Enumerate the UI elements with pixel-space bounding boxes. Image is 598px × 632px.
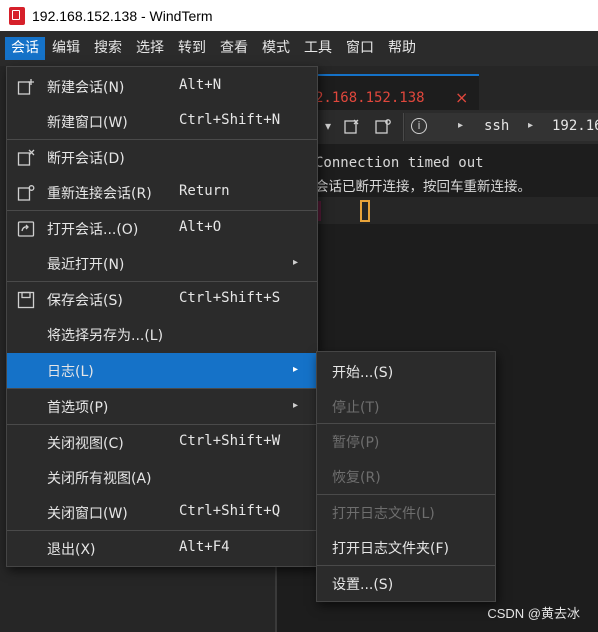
current-line <box>277 197 598 224</box>
close-tab-icon[interactable]: × <box>455 88 468 107</box>
terminal-line: Connection timed out <box>315 155 484 171</box>
menu-item-label: 保存会话(S) <box>47 293 123 309</box>
new-session-icon[interactable] <box>344 118 360 134</box>
submenu-item-resume: 恢复(R) <box>317 459 495 494</box>
menu-item-label: 打开会话...(O) <box>47 222 139 238</box>
breadcrumb-arrow-icon: ▸ <box>528 120 534 131</box>
menu-item-label: 新建窗口(W) <box>47 115 128 131</box>
menu-item-label: 关闭所有视图(A) <box>47 471 152 487</box>
chevron-down-icon[interactable]: ▾ <box>325 119 331 133</box>
submenu-item-label: 打开日志文件(L) <box>332 506 435 522</box>
menu-item-shortcut: Alt+O <box>179 219 222 235</box>
menu-search[interactable]: 搜索 <box>87 37 129 60</box>
submenu-item-label: 设置...(S) <box>332 577 394 593</box>
menu-item-shortcut: Ctrl+Shift+S <box>179 290 281 306</box>
submenu-item-open-log-file: 打开日志文件(L) <box>317 495 495 530</box>
window-title: 192.168.152.138 - WindTerm <box>32 7 213 24</box>
menu-item-label: 将选择另存为...(L) <box>47 328 164 344</box>
menu-item-save-session[interactable]: 保存会话(S) Ctrl+Shift+S <box>7 282 317 317</box>
watermark: CSDN @黄去冰 <box>487 606 580 621</box>
submenu-item-label: 恢复(R) <box>332 470 381 486</box>
menu-view[interactable]: 查看 <box>213 37 255 60</box>
new-session-icon <box>17 79 34 95</box>
info-icon[interactable]: i <box>411 118 427 134</box>
menu-help[interactable]: 帮助 <box>381 37 423 60</box>
submenu-arrow-icon: ▸ <box>293 400 299 411</box>
menu-window[interactable]: 窗口 <box>339 37 381 60</box>
save-icon <box>17 291 35 309</box>
menu-bar: 会话 编辑 搜索 选择 转到 查看 模式 工具 窗口 帮助 <box>0 31 598 66</box>
menu-mode[interactable]: 模式 <box>255 37 297 60</box>
menu-item-label: 日志(L) <box>47 364 94 380</box>
log-submenu: 开始...(S) 停止(T) 暂停(P) 恢复(R) 打开日志文件(L) 打开日… <box>316 351 496 602</box>
menu-item-new-window[interactable]: 新建窗口(W) Ctrl+Shift+N <box>7 104 317 139</box>
title-bar: 192.168.152.138 - WindTerm <box>0 0 598 31</box>
menu-item-label: 关闭视图(C) <box>47 436 124 452</box>
submenu-item-stop: 停止(T) <box>317 389 495 424</box>
menu-item-close-view[interactable]: 关闭视图(C) Ctrl+Shift+W <box>7 425 317 460</box>
menu-session[interactable]: 会话 <box>5 37 45 60</box>
menu-item-preferences[interactable]: 首选项(P) ▸ <box>7 389 317 424</box>
menu-item-label: 断开会话(D) <box>47 151 125 167</box>
menu-item-log[interactable]: 日志(L) ▸ <box>7 353 317 388</box>
menu-item-label: 首选项(P) <box>47 400 109 416</box>
toolbar-separator <box>403 113 404 141</box>
reconnect-icon <box>17 185 35 201</box>
menu-select[interactable]: 选择 <box>129 37 171 60</box>
menu-item-shortcut: Ctrl+Shift+Q <box>179 503 281 519</box>
menu-item-shortcut: Alt+N <box>179 77 222 93</box>
open-session-icon <box>17 221 35 237</box>
terminal-cursor <box>360 200 370 222</box>
menu-item-shortcut: Ctrl+Shift+W <box>179 433 281 449</box>
windterm-app-icon <box>9 6 25 25</box>
menu-item-shortcut: Return <box>179 183 230 199</box>
terminal-line: 会话已断开连接，按回车重新连接。 <box>315 179 531 195</box>
menu-item-disconnect[interactable]: 断开会话(D) <box>7 140 317 175</box>
menu-goto[interactable]: 转到 <box>171 37 213 60</box>
submenu-item-open-log-folder[interactable]: 打开日志文件夹(F) <box>317 530 495 565</box>
menu-item-shortcut: Alt+F4 <box>179 539 230 555</box>
menu-item-exit[interactable]: 退出(X) Alt+F4 <box>7 531 317 566</box>
submenu-item-label: 暂停(P) <box>332 435 380 451</box>
protocol-label[interactable]: ssh <box>484 118 509 134</box>
host-label[interactable]: 192.16 <box>552 118 598 134</box>
menu-item-close-all-views[interactable]: 关闭所有视图(A) <box>7 460 317 495</box>
menu-tools[interactable]: 工具 <box>297 37 339 60</box>
menu-item-label: 关闭窗口(W) <box>47 506 128 522</box>
submenu-item-pause: 暂停(P) <box>317 424 495 459</box>
menu-item-save-selection[interactable]: 将选择另存为...(L) <box>7 317 317 352</box>
submenu-item-label: 停止(T) <box>332 400 380 416</box>
menu-item-open-session[interactable]: 打开会话...(O) Alt+O <box>7 211 317 246</box>
session-tab-bar: 2.168.152.138 × <box>277 66 598 110</box>
submenu-item-start[interactable]: 开始...(S) <box>317 354 495 389</box>
submenu-arrow-icon: ▸ <box>293 364 299 375</box>
menu-item-label: 新建会话(N) <box>47 80 125 96</box>
menu-item-label: 退出(X) <box>47 542 96 558</box>
session-tab-title: 2.168.152.138 <box>315 90 425 106</box>
session-toolbar: ▾ i ▸ ssh ▸ 192.16 <box>277 110 598 144</box>
submenu-item-label: 开始...(S) <box>332 365 394 381</box>
disconnect-icon <box>17 149 35 166</box>
submenu-item-label: 打开日志文件夹(F) <box>332 541 449 557</box>
menu-item-close-window[interactable]: 关闭窗口(W) Ctrl+Shift+Q <box>7 495 317 530</box>
submenu-item-settings[interactable]: 设置...(S) <box>317 566 495 601</box>
menu-item-reconnect[interactable]: 重新连接会话(R) Return <box>7 175 317 210</box>
menu-item-shortcut: Ctrl+Shift+N <box>179 112 281 128</box>
menu-item-label: 最近打开(N) <box>47 257 125 273</box>
reconnect-icon[interactable] <box>375 118 391 134</box>
submenu-arrow-icon: ▸ <box>293 257 299 268</box>
menu-item-label: 重新连接会话(R) <box>47 186 152 202</box>
breadcrumb-arrow-icon: ▸ <box>458 120 464 131</box>
session-menu: 新建会话(N) Alt+N 新建窗口(W) Ctrl+Shift+N 断开会话(… <box>6 66 318 567</box>
menu-edit[interactable]: 编辑 <box>45 37 87 60</box>
menu-item-recent[interactable]: 最近打开(N) ▸ <box>7 246 317 281</box>
menu-item-new-session[interactable]: 新建会话(N) Alt+N <box>7 69 317 104</box>
